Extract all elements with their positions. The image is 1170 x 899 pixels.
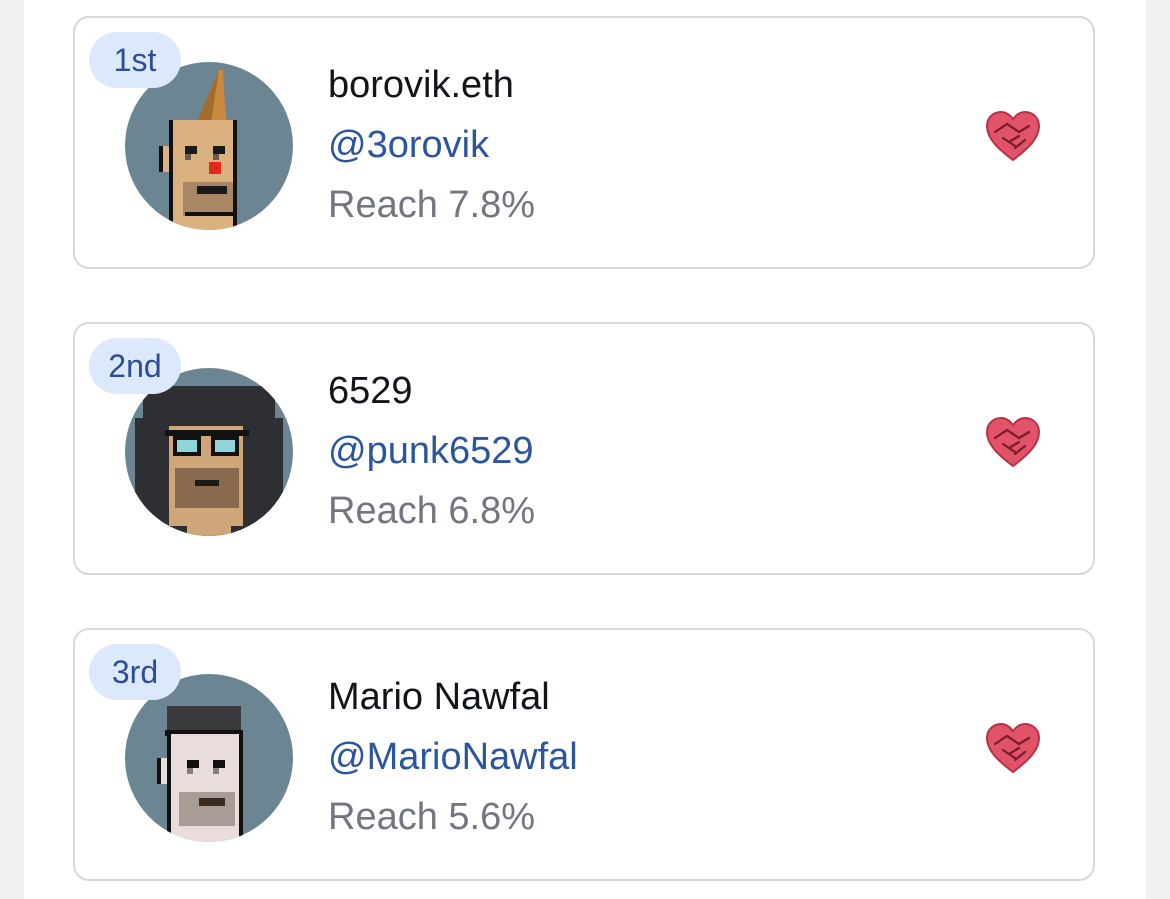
- user-name: borovik.eth: [328, 64, 514, 106]
- heart-handshake-icon[interactable]: [985, 416, 1041, 468]
- user-handle-link[interactable]: @3orovik: [328, 124, 489, 167]
- reach-value: Reach 5.6%: [328, 796, 536, 838]
- reach-value: Reach 6.8%: [328, 490, 536, 532]
- rank-badge: 3rd: [89, 644, 181, 700]
- user-name: Mario Nawfal: [328, 676, 550, 718]
- user-handle-link[interactable]: @MarioNawfal: [328, 736, 578, 779]
- leaderboard-card[interactable]: 3rd Mario Nawfal @MarioNawfal Reach 5.6%: [73, 628, 1095, 881]
- user-handle-link[interactable]: @punk6529: [328, 430, 534, 473]
- leaderboard-card[interactable]: 2nd 6529 @punk6529 Reach 6.8%: [73, 322, 1095, 575]
- leaderboard-card[interactable]: 1st borovik.eth @3orovik Reach 7.8%: [73, 16, 1095, 269]
- user-name: 6529: [328, 370, 413, 412]
- reach-value: Reach 7.8%: [328, 184, 536, 226]
- rank-badge: 1st: [89, 32, 181, 88]
- heart-handshake-icon[interactable]: [985, 722, 1041, 774]
- heart-handshake-icon[interactable]: [985, 110, 1041, 162]
- rank-badge: 2nd: [89, 338, 181, 394]
